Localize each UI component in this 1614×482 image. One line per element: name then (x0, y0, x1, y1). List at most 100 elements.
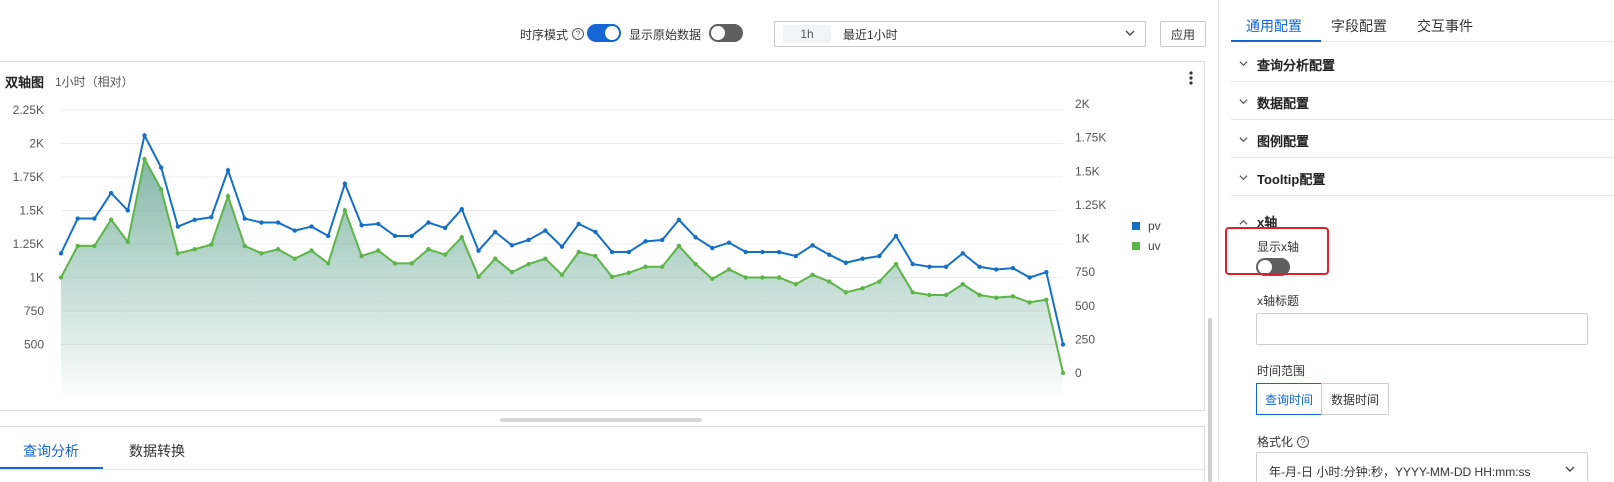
uv-data-point (543, 256, 548, 261)
toggle-knob (605, 26, 619, 40)
pv-data-point (559, 244, 565, 249)
uv-data-point (58, 275, 64, 280)
chevron-down-icon (1239, 137, 1248, 143)
time-range-query-time-button[interactable]: 查询时间 (1256, 383, 1322, 415)
pv-data-point (75, 216, 80, 221)
more-vertical-icon[interactable] (1188, 70, 1194, 86)
right-axis-tick-label: 1.75K (1075, 131, 1106, 145)
pv-data-point (1044, 269, 1049, 275)
pv-data-point (793, 253, 798, 259)
chart-title: 双轴图 (5, 75, 45, 90)
pv-data-point (526, 237, 531, 243)
apply-button[interactable]: 应用 (1160, 21, 1206, 47)
dual-axis-chart: 500 750 1K 1.25K 1.5K 1.75K 2K 2.25K 0 250 500 750 1… (13, 97, 1161, 394)
scrollbar-thumb[interactable] (1208, 318, 1212, 482)
help-icon[interactable]: ? (1297, 435, 1310, 448)
show-raw-data-toggle[interactable] (709, 24, 743, 42)
pv-data-point (977, 264, 982, 269)
uv-data-point (960, 282, 965, 287)
uv-data-point (409, 261, 414, 266)
uv-data-point (910, 290, 915, 295)
right-axis-tick-label: 1K (1075, 232, 1090, 246)
pv-data-point (960, 251, 965, 256)
help-icon[interactable]: ? (572, 28, 585, 40)
chevron-down-icon (1239, 175, 1248, 181)
pv-data-point (827, 252, 832, 257)
uv-data-point (793, 282, 798, 287)
pv-data-point (760, 249, 765, 255)
format-select[interactable]: 年-月-日 小时:分钟:秒，YYYY-MM-DD HH:mm:ss (1256, 452, 1588, 482)
tab-interaction-events[interactable]: 交互事件 (1417, 16, 1473, 36)
active-tab-indicator (0, 467, 103, 469)
uv-data-point (877, 279, 882, 284)
uv-data-point (693, 261, 698, 267)
section-tooltip[interactable]: Tooltip配置 (1231, 158, 1614, 196)
chevron-down-icon (1125, 30, 1135, 36)
right-axis-tick-label: 500 (1075, 299, 1095, 313)
uv-data-point (125, 239, 130, 245)
left-axis-tick-label: 500 (24, 338, 44, 352)
pv-data-point (476, 248, 481, 253)
pv-data-point (877, 253, 882, 259)
chart-panel: 500 750 1K 1.25K 1.5K 1.75K 2K 2.25K 0 250 500 750 1… (0, 61, 1205, 411)
pv-data-point (1010, 265, 1016, 271)
pv-data-point (693, 235, 698, 240)
pv-data-point (1060, 342, 1066, 347)
time-range-select[interactable]: 1h 最近1小时 (774, 21, 1146, 47)
right-axis-tick-label: 750 (1075, 265, 1095, 279)
section-query-analysis[interactable]: 查询分析配置 (1231, 44, 1614, 82)
right-axis-tick-label: 250 (1075, 332, 1095, 346)
pv-data-point (292, 228, 297, 233)
legend-label-pv: pv (1148, 219, 1161, 233)
pv-data-point (209, 215, 214, 220)
chevron-down-icon (1239, 61, 1248, 67)
tab-field-config[interactable]: 字段配置 (1331, 16, 1387, 36)
tab-divider (0, 469, 1206, 470)
time-range-data-time-button[interactable]: 数据时间 (1321, 383, 1389, 415)
left-axis-tick-label: 2K (29, 137, 44, 151)
pv-data-point (125, 208, 130, 213)
uv-data-point (576, 249, 581, 255)
uv-data-point (392, 261, 398, 266)
section-label: 图例配置 (1257, 134, 1310, 149)
uv-data-point (927, 292, 932, 298)
uv-data-point (994, 295, 999, 300)
pv-data-point (225, 168, 231, 173)
xaxis-title-input[interactable] (1256, 313, 1588, 345)
uv-data-point (1010, 294, 1016, 299)
pv-data-point (259, 220, 264, 225)
highlight-annotation (1225, 227, 1329, 275)
uv-data-point (943, 292, 949, 298)
section-legend[interactable]: 图例配置 (1231, 120, 1614, 158)
time-range-tag: 1h (783, 25, 831, 43)
pv-data-point (927, 264, 932, 269)
tab-data-transform[interactable]: 数据转换 (129, 441, 185, 461)
panel-resize-handle[interactable] (500, 418, 702, 422)
uv-data-point (376, 248, 381, 253)
section-label: 查询分析配置 (1257, 58, 1336, 73)
uv-data-point (442, 252, 448, 257)
chevron-down-icon (1239, 99, 1248, 105)
section-data[interactable]: 数据配置 (1231, 82, 1614, 120)
uv-data-point (476, 274, 481, 280)
chart-subtitle: 1小时（相对） (55, 75, 134, 89)
uv-data-point (710, 276, 715, 282)
uv-data-point (1044, 297, 1049, 302)
uv-data-point (609, 274, 615, 280)
pv-data-point (893, 233, 899, 239)
pv-data-point (58, 251, 64, 256)
left-axis-tick-label: 1.25K (13, 237, 44, 251)
pv-data-point (609, 249, 615, 255)
timeseries-mode-toggle[interactable] (587, 24, 621, 42)
pv-data-point (810, 243, 815, 248)
pv-data-point (376, 221, 381, 227)
show-raw-data-label: 显示原始数据 (629, 27, 702, 42)
timeseries-mode-label: 时序模式 ? (520, 24, 585, 44)
format-select-value: 年-月-日 小时:分钟:秒，YYYY-MM-DD HH:mm:ss (1269, 465, 1531, 479)
uv-data-point (426, 247, 431, 252)
tab-general-config[interactable]: 通用配置 (1246, 16, 1302, 36)
uv-data-point (660, 264, 665, 269)
uv-data-point (175, 251, 181, 256)
tab-query-analysis[interactable]: 查询分析 (23, 441, 79, 461)
uv-data-point (342, 208, 348, 213)
